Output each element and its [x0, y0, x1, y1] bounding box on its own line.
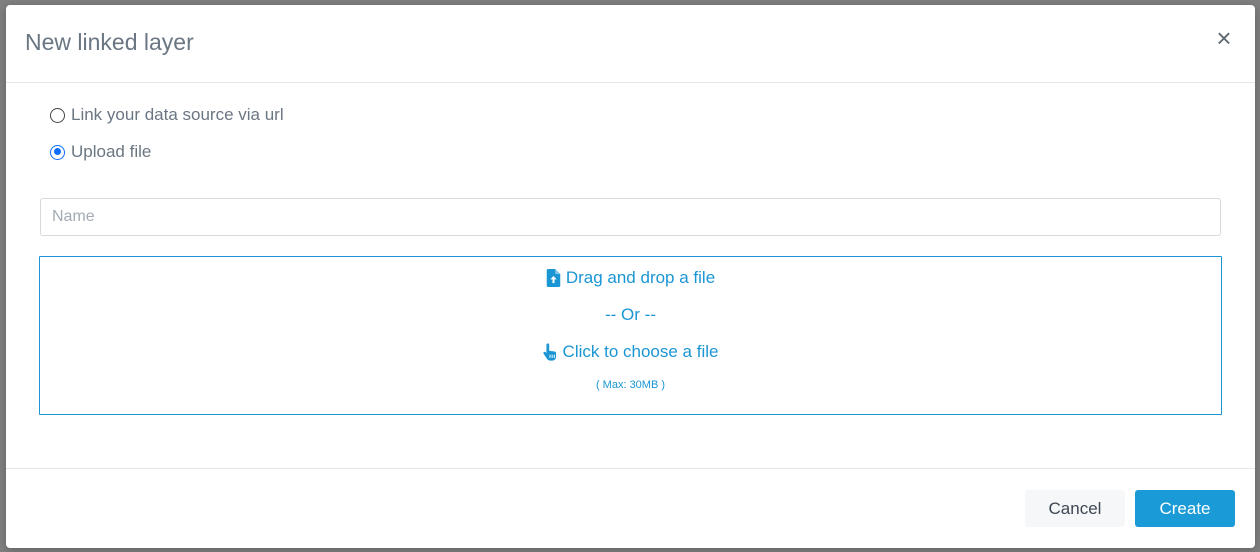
hand-pointer-icon: [542, 343, 556, 361]
dropzone-drag-row: Drag and drop a file: [40, 268, 1221, 292]
radio-link-url-label: Link your data source via url: [71, 105, 284, 124]
close-icon: ×: [1216, 23, 1232, 53]
choose-file-link[interactable]: Click to choose a file: [542, 342, 719, 362]
radio-upload-file-control[interactable]: [50, 144, 65, 160]
drag-drop-area[interactable]: Drag and drop a file: [546, 268, 715, 288]
dropzone-or-label: -- Or --: [605, 305, 656, 324]
radio-upload-file[interactable]: Upload file: [50, 142, 151, 162]
radio-link-url-control[interactable]: [50, 107, 65, 123]
max-size-label: ( Max: 30MB ): [595, 379, 666, 391]
cancel-button[interactable]: Cancel: [1025, 490, 1125, 527]
choose-file-label: Click to choose a file: [562, 342, 719, 361]
dialog-footer: Cancel Create: [6, 468, 1255, 548]
radio-upload-file-label: Upload file: [71, 142, 152, 161]
new-linked-layer-dialog: New linked layer × Link your data source…: [6, 5, 1255, 548]
drag-drop-label: Drag and drop a file: [565, 268, 716, 287]
file-upload-icon: [546, 269, 561, 287]
name-input[interactable]: [40, 198, 1221, 236]
close-button[interactable]: ×: [1213, 25, 1235, 51]
radio-link-url[interactable]: Link your data source via url: [50, 105, 284, 125]
dropzone-click-row: Click to choose a file: [40, 342, 1221, 366]
dialog-header: New linked layer ×: [6, 5, 1255, 83]
create-button[interactable]: Create: [1135, 490, 1235, 527]
file-dropzone[interactable]: Drag and drop a file -- Or -- Click to c…: [39, 256, 1222, 415]
dialog-title: New linked layer: [25, 29, 194, 55]
